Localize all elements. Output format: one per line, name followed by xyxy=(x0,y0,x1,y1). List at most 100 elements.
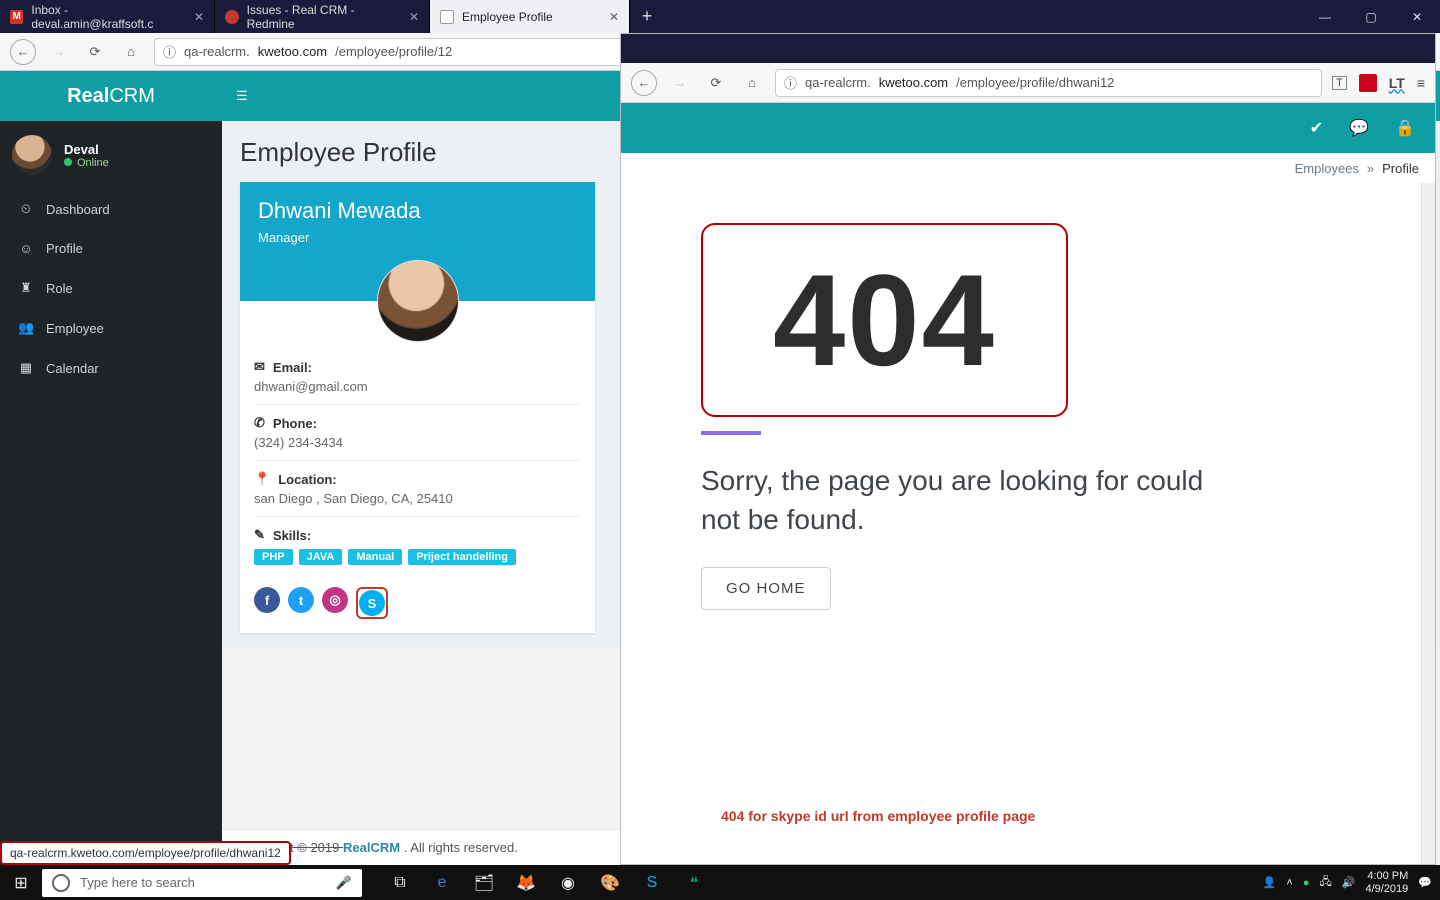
tab-redmine[interactable]: Issues - Real CRM - Redmine ✕ xyxy=(215,0,430,33)
facebook-icon[interactable]: f xyxy=(254,587,280,613)
minimize-button[interactable]: — xyxy=(1302,0,1348,33)
gmail-icon: M xyxy=(10,10,23,24)
url-prefix: qa-realcrm. xyxy=(184,44,250,59)
employee-name: Dhwani Mewada xyxy=(258,198,577,224)
sidebar-item-calendar[interactable]: ▦Calendar xyxy=(0,348,222,388)
text-extension-icon[interactable]: T xyxy=(1332,76,1347,90)
flash-icon[interactable] xyxy=(1359,74,1377,92)
tab-employee-profile[interactable]: Employee Profile ✕ xyxy=(430,0,630,33)
url-bar[interactable]: ⓘ qa-realcrm.kwetoo.com/employee/profile… xyxy=(775,69,1322,97)
close-icon[interactable]: ✕ xyxy=(609,10,619,24)
tab-label: Issues - Real CRM - Redmine xyxy=(247,3,401,31)
employee-card: Dhwani Mewada Manager ✉Email: dhwani@gma… xyxy=(240,182,595,633)
phone-value: (324) 234-3434 xyxy=(254,435,581,450)
url-domain: kwetoo.com xyxy=(258,44,327,59)
check-icon[interactable]: ✔ xyxy=(1310,118,1323,138)
url-bar[interactable]: ⓘ qa-realcrm.kwetoo.com/employee/profile… xyxy=(154,38,654,66)
start-button[interactable]: ⊞ xyxy=(0,873,42,893)
reload-button[interactable]: ⟳ xyxy=(82,39,108,65)
maximize-button[interactable]: ▢ xyxy=(1348,0,1394,33)
mic-icon[interactable]: 🎤 xyxy=(336,875,352,891)
sidebar-item-employee[interactable]: 👥Employee xyxy=(0,308,222,348)
firefox-icon[interactable]: 🦊 xyxy=(506,868,546,898)
search-placeholder: Type here to search xyxy=(80,875,195,890)
pin-icon: 📍 xyxy=(254,471,270,487)
sitemap-icon: ♜ xyxy=(18,280,34,296)
win2-tabstrip xyxy=(621,34,1435,63)
field-phone: ✆Phone: (324) 234-3434 xyxy=(254,405,581,461)
tray-chevron-icon[interactable]: ˄ xyxy=(1286,877,1292,889)
sidebar-item-dashboard[interactable]: ⏲Dashboard xyxy=(0,189,222,229)
field-skills: ✎Skills: PHP JAVA Manual Priject handell… xyxy=(254,517,581,575)
error-code: 404 xyxy=(773,245,996,395)
taskview-icon[interactable]: ⧉ xyxy=(380,868,420,898)
reload-button[interactable]: ⟳ xyxy=(703,70,729,96)
people-icon[interactable]: 👤 xyxy=(1263,876,1277,889)
network-icon[interactable]: 🖧 xyxy=(1320,873,1332,892)
second-browser-window: ← → ⟳ ⌂ ⓘ qa-realcrm.kwetoo.com/employee… xyxy=(620,33,1436,865)
breadcrumb: Employees » Profile xyxy=(621,153,1435,183)
hamburger-icon[interactable]: ☰ xyxy=(236,88,248,104)
taskbar-search[interactable]: Type here to search 🎤 xyxy=(42,869,362,897)
instagram-icon[interactable]: ◎ xyxy=(322,587,348,613)
notifications-icon[interactable]: 💬 xyxy=(1418,876,1432,889)
menu-icon[interactable]: ≡ xyxy=(1417,75,1425,91)
info-icon: ⓘ xyxy=(784,73,797,92)
skype-icon[interactable]: S xyxy=(632,868,672,898)
skype-icon[interactable]: S xyxy=(359,590,385,616)
footer-brand-link[interactable]: RealCRM xyxy=(343,840,400,855)
volume-icon[interactable]: 🔊 xyxy=(1342,876,1356,889)
close-button[interactable]: ✕ xyxy=(1394,0,1440,33)
crumb-employees[interactable]: Employees xyxy=(1295,161,1359,176)
skill-chip: Priject handelling xyxy=(408,549,516,565)
taskbar-clock[interactable]: 4:00 PM 4/9/2019 xyxy=(1365,870,1408,894)
browser-titlebar: M Inbox - deval.amin@kraffsoft.c ✕ Issue… xyxy=(0,0,1440,33)
tab-label: Employee Profile xyxy=(462,10,553,24)
home-button[interactable]: ⌂ xyxy=(739,70,765,96)
go-home-button[interactable]: GO HOME xyxy=(701,567,831,610)
new-tab-button[interactable]: + xyxy=(630,0,664,33)
edge-icon[interactable]: e xyxy=(422,868,462,898)
tab-gmail[interactable]: M Inbox - deval.amin@kraffsoft.c ✕ xyxy=(0,0,215,33)
lock-icon[interactable]: 🔒 xyxy=(1395,118,1415,138)
envelope-icon: ✉ xyxy=(254,359,265,375)
error-message: Sorry, the page you are looking for coul… xyxy=(701,461,1221,539)
user-status: Online xyxy=(64,157,109,169)
forward-button[interactable]: → xyxy=(46,39,72,65)
hangouts-icon[interactable]: ❝ xyxy=(674,868,714,898)
explorer-icon[interactable]: 🗂 xyxy=(464,868,504,898)
forward-button[interactable]: → xyxy=(667,70,693,96)
page-icon xyxy=(440,10,454,24)
chat-icon[interactable]: 💬 xyxy=(1349,118,1369,138)
home-button[interactable]: ⌂ xyxy=(118,39,144,65)
system-tray: 👤 ˄ ● 🖧 🔊 4:00 PM 4/9/2019 💬 xyxy=(1255,870,1440,894)
avatar xyxy=(12,135,52,175)
field-email: ✉Email: dhwani@gmail.com xyxy=(254,349,581,405)
chevron-icon: » xyxy=(1367,161,1374,176)
sidebar-user[interactable]: Deval Online xyxy=(0,121,222,189)
paint-icon[interactable]: 🎨 xyxy=(590,868,630,898)
calendar-icon: ▦ xyxy=(18,360,34,376)
windows-taskbar: ⊞ Type here to search 🎤 ⧉ e 🗂 🦊 ◉ 🎨 S ❝ … xyxy=(0,865,1440,900)
sidebar-item-role[interactable]: ♜Role xyxy=(0,268,222,308)
lt-extension-icon[interactable]: LT xyxy=(1389,75,1405,91)
back-button[interactable]: ← xyxy=(631,70,657,96)
window-controls: — ▢ ✕ xyxy=(1302,0,1440,33)
tab-group: M Inbox - deval.amin@kraffsoft.c ✕ Issue… xyxy=(0,0,664,33)
tray-status-icon[interactable]: ● xyxy=(1303,877,1310,889)
chrome-icon[interactable]: ◉ xyxy=(548,868,588,898)
email-value: dhwani@gmail.com xyxy=(254,379,581,394)
twitter-icon[interactable]: t xyxy=(288,587,314,613)
card-header: Dhwani Mewada Manager xyxy=(240,182,595,301)
error-code-highlight: 404 xyxy=(701,223,1068,417)
scrollbar[interactable] xyxy=(1421,183,1435,864)
browser-toolbar-right: ← → ⟳ ⌂ ⓘ qa-realcrm.kwetoo.com/employee… xyxy=(621,63,1435,103)
close-icon[interactable]: ✕ xyxy=(409,10,419,24)
cortana-icon xyxy=(52,874,70,892)
close-icon[interactable]: ✕ xyxy=(194,10,204,24)
sidebar-item-profile[interactable]: ☺Profile xyxy=(0,229,222,268)
back-button[interactable]: ← xyxy=(10,39,36,65)
toolbar-extensions: T LT ≡ xyxy=(1332,74,1425,92)
employee-avatar xyxy=(377,260,459,342)
brand[interactable]: RealCRM xyxy=(0,71,222,121)
